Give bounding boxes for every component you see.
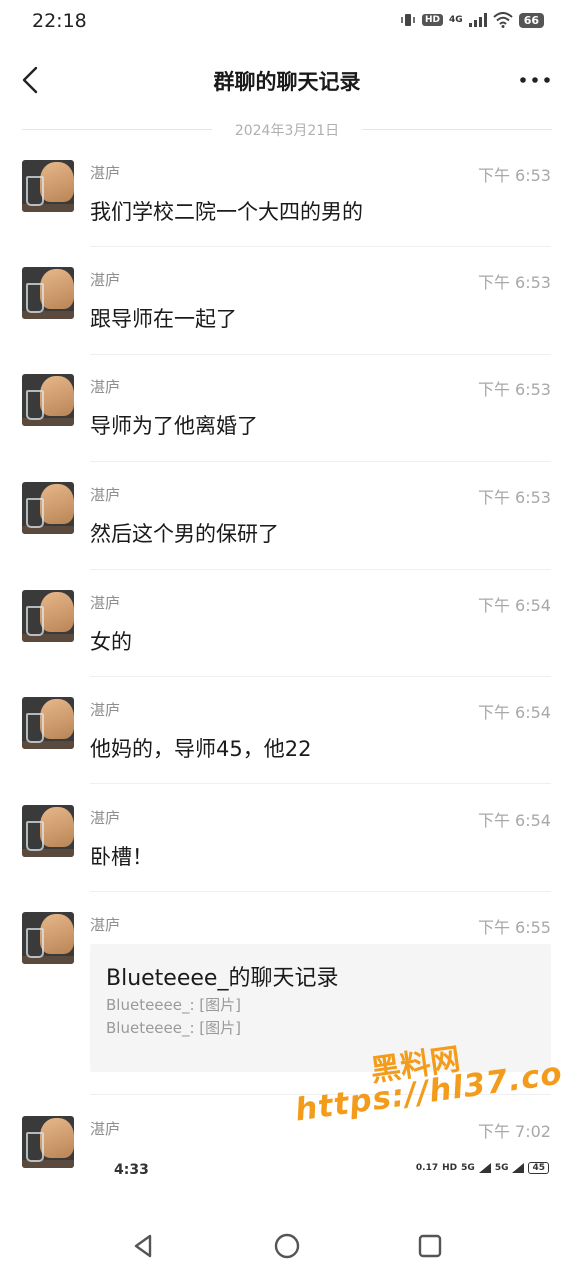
message-divider [90,1094,551,1095]
battery-indicator: 66 [518,12,544,28]
message-divider [90,783,551,784]
message-time: 下午 6:55 [477,918,551,937]
avatar[interactable] [22,160,74,212]
message-text: 他妈的，导师45，他22 [90,737,312,761]
avatar[interactable] [22,805,74,857]
avatar[interactable] [22,697,74,749]
sender-name: 湛庐 [90,594,121,612]
nav-back-button[interactable] [128,1230,160,1262]
message-item[interactable]: 湛庐 下午 6:53 导师为了他离婚了 [0,374,574,481]
status-bar: 22:18 HD 4G 66 [0,0,574,44]
hd-badge: HD [422,14,444,26]
sender-name: 湛庐 [90,486,121,504]
square-recents-icon [418,1234,442,1258]
message-divider [90,246,551,247]
sender-name: 湛庐 [90,809,121,827]
triangle-back-icon [134,1234,152,1258]
image-message-preview[interactable]: 4:33 0.17 HD 5G 5G 45 [90,1150,551,1190]
message-text: 女的 [90,630,132,654]
signal-icon [468,13,487,27]
message-item[interactable]: 湛庐 下午 6:54 他妈的，导师45，他22 [0,697,574,804]
date-text: 2024年3月21日 [234,123,340,139]
message-divider [90,676,551,677]
avatar[interactable] [22,912,74,964]
network-type: 4G [449,15,463,25]
wifi-icon [493,12,513,28]
more-options-button[interactable] [518,66,552,94]
message-time: 下午 6:54 [477,703,551,722]
message-divider [90,461,551,462]
more-dots-icon [520,77,550,83]
status-icons: HD 4G 66 [400,12,544,28]
avatar[interactable] [22,590,74,642]
chat-record-line: Blueteeee_: [图片] [106,1019,242,1037]
message-item[interactable]: 湛庐 下午 6:53 然后这个男的保研了 [0,482,574,589]
sender-name: 湛庐 [90,164,121,182]
nested-battery: 45 [528,1162,549,1174]
sender-name: 湛庐 [90,1120,121,1138]
message-text: 导师为了他离婚了 [90,414,258,438]
sender-name: 湛庐 [90,701,121,719]
message-time: 下午 6:53 [477,273,551,292]
message-time: 下午 6:53 [477,488,551,507]
message-text: 卧槽！ [90,845,153,869]
vibrate-icon [401,14,415,26]
message-time: 下午 6:54 [477,811,551,830]
avatar[interactable] [22,482,74,534]
nested-signal-icon-2 [512,1163,525,1173]
message-item[interactable]: 湛庐 下午 6:53 跟导师在一起了 [0,267,574,374]
chat-record-line: Blueteeee_: [图片] [106,996,242,1014]
sender-name: 湛庐 [90,916,121,934]
chat-record-title: Blueteeee_的聊天记录 [106,966,339,991]
status-time: 22:18 [32,10,87,32]
message-time: 下午 6:53 [477,380,551,399]
date-separator: 2024年3月21日 [22,118,552,142]
nested-signal-icon [478,1163,491,1173]
message-item[interactable]: 湛庐 下午 6:53 我们学校二院一个大四的男的 [0,160,574,267]
page-title: 群聊的聊天记录 [213,70,361,94]
nested-status-icons: 0.17 HD 5G 5G 45 [416,1162,549,1174]
date-line-right [362,129,552,130]
nested-net-1: 5G [461,1163,475,1173]
message-divider [90,354,551,355]
chat-record-card[interactable]: Blueteeee_的聊天记录 Blueteeee_: [图片] Bluetee… [90,944,551,1072]
message-text: 跟导师在一起了 [90,307,237,331]
nav-home-button[interactable] [271,1230,303,1262]
message-text: 然后这个男的保研了 [90,522,279,546]
nested-net-2: 5G [494,1163,509,1173]
system-nav-bar [0,1212,574,1280]
message-divider [90,569,551,570]
avatar[interactable] [22,1116,74,1168]
message-divider [90,891,551,892]
message-time: 下午 6:54 [477,596,551,615]
message-item-chat-record[interactable]: 湛庐 下午 6:55 Blueteeee_的聊天记录 Blueteeee_: [… [0,912,574,1096]
nested-speed: 0.17 [415,1163,439,1173]
message-text: 我们学校二院一个大四的男的 [90,200,363,224]
sender-name: 湛庐 [90,378,121,396]
nav-recents-button[interactable] [414,1230,446,1262]
nested-hd: HD [442,1163,458,1173]
message-item[interactable]: 湛庐 下午 6:54 卧槽！ [0,805,574,912]
message-item[interactable]: 湛庐 下午 6:54 女的 [0,590,574,697]
avatar[interactable] [22,374,74,426]
message-time: 下午 7:02 [477,1122,551,1141]
message-time: 下午 6:53 [477,166,551,185]
circle-home-icon [274,1233,300,1259]
avatar[interactable] [22,267,74,319]
sender-name: 湛庐 [90,271,121,289]
nav-bar: 群聊的聊天记录 [0,50,574,110]
nested-status-time: 4:33 [114,1162,149,1178]
